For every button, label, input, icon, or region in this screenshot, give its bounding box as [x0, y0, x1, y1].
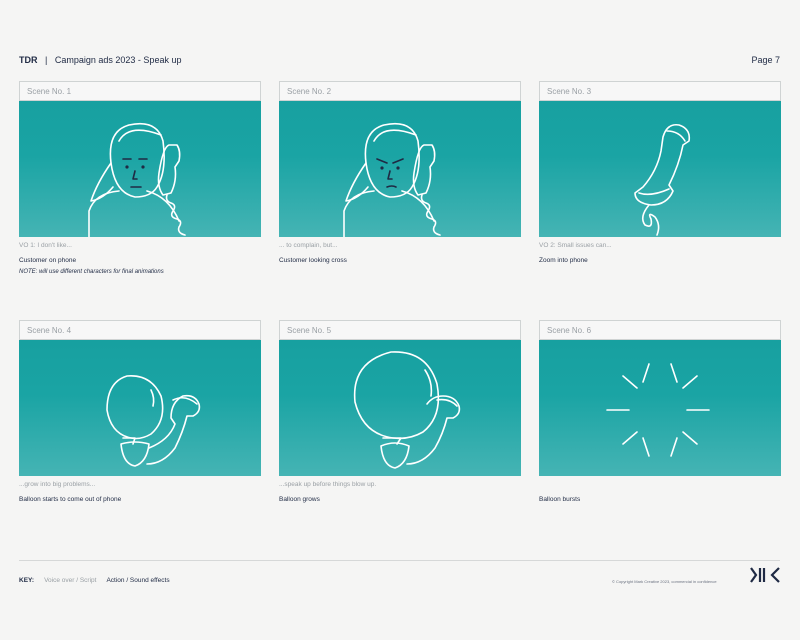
scene-5: Scene No. 5 ...speak up before things bl… — [279, 320, 521, 503]
document-title: Campaign ads 2023 - Speak up — [54, 55, 182, 65]
scene-1: Scene No. 1 VO 1: I don't like... Custom… — [19, 81, 261, 275]
voice-over-text: ... to complain, but... — [279, 242, 338, 249]
balloon-small-illustration — [106, 375, 201, 467]
key-title: KEY: — [19, 577, 35, 584]
scene-frame — [279, 101, 521, 237]
woman-on-phone-illustration — [88, 122, 186, 237]
footer-divider — [19, 560, 780, 561]
scene-label: Scene No. 2 — [279, 81, 521, 101]
scene-frame — [279, 340, 521, 476]
voice-over-text: ...speak up before things blow up. — [279, 481, 377, 488]
scene-label: Scene No. 5 — [279, 320, 521, 340]
key-action: Action / Sound effects — [106, 577, 170, 584]
header-title-group: TDR | Campaign ads 2023 - Speak up — [19, 55, 181, 69]
scene-label: Scene No. 1 — [19, 81, 261, 101]
scene-4: Scene No. 4 ...grow into big problems...… — [19, 320, 261, 503]
scene-6: Scene No. 6 Balloon bursts — [539, 320, 781, 503]
brand-name: TDR — [19, 55, 38, 65]
copyright-notice: © Copyright Mark Creative 2023, commerci… — [612, 579, 717, 584]
key-legend: KEY: Voice over / Script Action / Sound … — [19, 577, 170, 584]
phone-handset-illustration — [634, 123, 691, 236]
scene-3: Scene No. 3 VO 2: Small issues can... Zo… — [539, 81, 781, 264]
company-logo — [750, 567, 780, 583]
action-text: Customer on phone — [19, 257, 77, 264]
scene-frame — [539, 340, 781, 476]
scene-2: Scene No. 2 ... to complain, but... Cust… — [279, 81, 521, 264]
header-separator: | — [45, 55, 48, 65]
action-text: Balloon grows — [279, 496, 320, 503]
action-text: Customer looking cross — [279, 257, 347, 264]
scene-label: Scene No. 6 — [539, 320, 781, 340]
voice-over-text: ...grow into big problems... — [19, 481, 96, 488]
woman-cross-on-phone-illustration — [343, 122, 441, 237]
page-header: TDR | Campaign ads 2023 - Speak up Page … — [19, 55, 780, 69]
scene-label: Scene No. 4 — [19, 320, 261, 340]
voice-over-text: VO 2: Small issues can... — [539, 242, 612, 249]
voice-over-text — [539, 481, 781, 491]
burst-illustration — [606, 363, 710, 457]
page-number: Page 7 — [751, 55, 780, 65]
scene-frame — [19, 340, 261, 476]
action-text: Balloon bursts — [539, 496, 581, 503]
action-text: Zoom into phone — [539, 257, 588, 264]
action-text: Balloon starts to come out of phone — [19, 496, 122, 503]
balloon-large-illustration — [353, 351, 461, 469]
scene-frame — [539, 101, 781, 237]
voice-over-text: VO 1: I don't like... — [19, 242, 72, 249]
scene-note: NOTE: will use different characters for … — [19, 269, 164, 275]
scene-label: Scene No. 3 — [539, 81, 781, 101]
key-voice-over: Voice over / Script — [44, 577, 97, 584]
scene-frame — [19, 101, 261, 237]
